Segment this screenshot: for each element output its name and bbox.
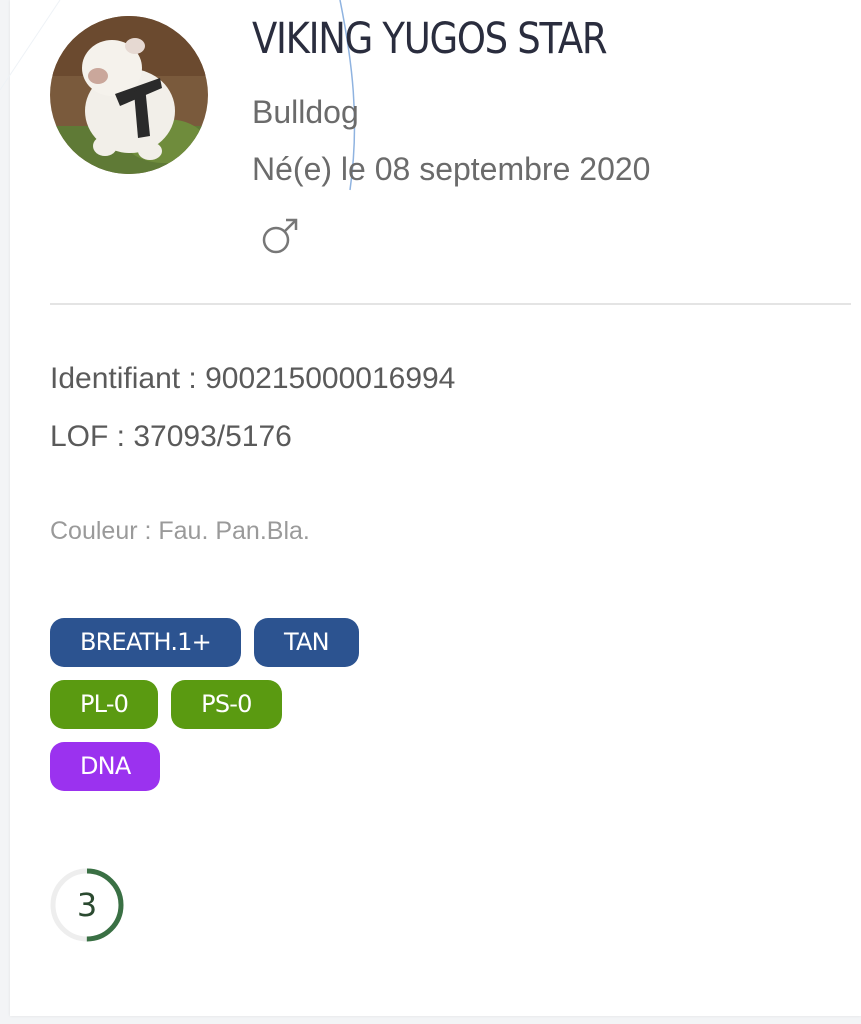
dog-photo bbox=[50, 16, 208, 174]
identifier-text: Identifiant : 900215000016994 bbox=[50, 362, 456, 395]
color-text: Couleur : Fau. Pan.Bla. bbox=[50, 517, 310, 545]
tag-dna[interactable]: DNA bbox=[50, 742, 161, 791]
divider bbox=[50, 303, 851, 305]
dog-name: VIKING YUGOS STAR bbox=[252, 14, 608, 64]
tag-row: DNA bbox=[50, 742, 359, 791]
birth-date: Né(e) le 08 septembre 2020 bbox=[252, 151, 651, 187]
tag-breath[interactable]: BREATH.1+ bbox=[50, 618, 241, 667]
score-value: 3 bbox=[76, 886, 98, 924]
dog-avatar[interactable] bbox=[50, 16, 208, 174]
tag-row: PL-0 PS-0 bbox=[50, 680, 359, 729]
lof-text: LOF : 37093/5176 bbox=[50, 420, 292, 453]
dog-breed: Bulldog bbox=[252, 94, 359, 130]
tag-pl[interactable]: PL-0 bbox=[50, 680, 159, 729]
male-icon bbox=[262, 218, 298, 254]
health-tags: BREATH.1+ TAN PL-0 PS-0 DNA bbox=[50, 618, 359, 804]
tag-tan[interactable]: TAN bbox=[253, 618, 359, 667]
tag-ps[interactable]: PS-0 bbox=[171, 680, 282, 729]
tag-row: BREATH.1+ TAN bbox=[50, 618, 359, 667]
